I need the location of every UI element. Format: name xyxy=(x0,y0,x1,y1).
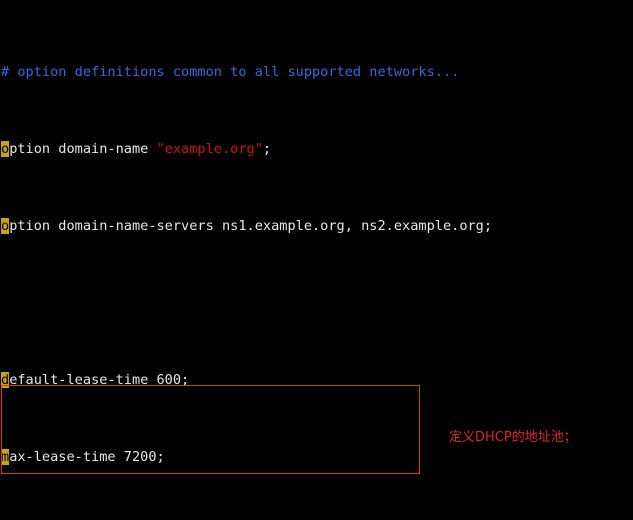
code-text: ax-lease-time 7200; xyxy=(9,448,165,465)
code-line-2: option domain-name "example.org"; xyxy=(0,140,633,159)
selection-highlight: m xyxy=(1,448,10,465)
code-line-3: option domain-name-servers ns1.example.o… xyxy=(0,217,633,236)
code-line-1: # option definitions common to all suppo… xyxy=(0,63,633,82)
selection-highlight: d xyxy=(1,371,10,388)
code-text: ption domain-name-servers ns1.example.or… xyxy=(9,217,493,234)
annotation-note: 定义DHCP的地址池； xyxy=(449,430,577,445)
comment-text: # option definitions common to all suppo… xyxy=(1,63,460,80)
terminal-window[interactable]: # option definitions common to all suppo… xyxy=(0,0,633,520)
code-text: efault-lease-time 600; xyxy=(9,371,190,388)
code-line-5: default-lease-time 600; xyxy=(0,371,633,390)
code-text: ption domain-name xyxy=(9,140,157,157)
selection-highlight: o xyxy=(1,217,10,234)
code-text: ; xyxy=(262,140,272,157)
code-line-4-blank xyxy=(0,294,633,313)
string-literal: "example.org" xyxy=(156,140,263,157)
code-line-6: max-lease-time 7200; xyxy=(0,448,633,467)
selection-highlight: o xyxy=(1,140,10,157)
